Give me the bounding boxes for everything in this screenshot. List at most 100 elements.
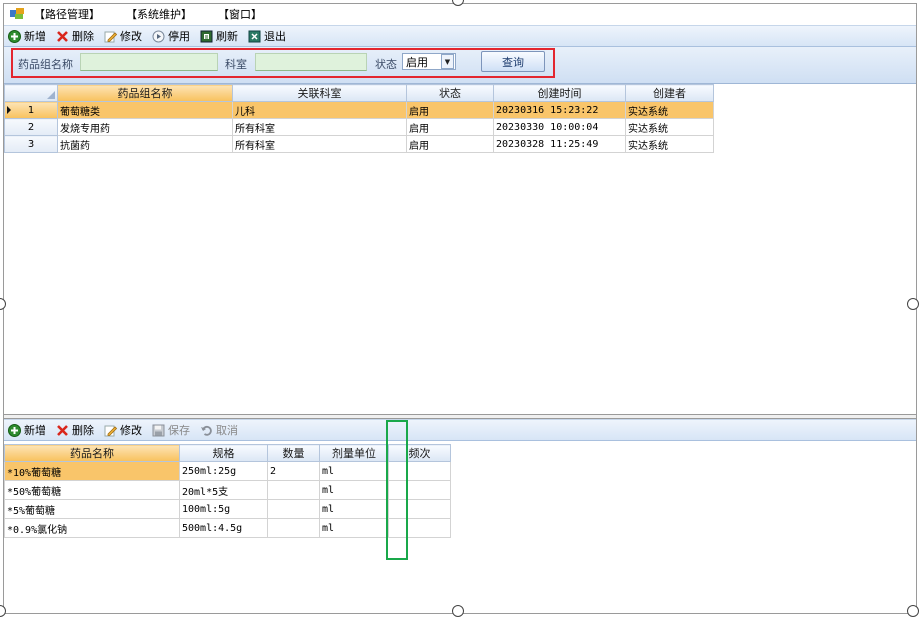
dept-input[interactable] bbox=[255, 53, 367, 71]
cell-creator[interactable]: 实达系统 bbox=[625, 135, 714, 153]
delete-button[interactable]: 删除 bbox=[56, 28, 94, 44]
cell-group-name[interactable]: 发烧专用药 bbox=[57, 118, 233, 136]
refresh-button[interactable]: 刷新 bbox=[200, 28, 238, 44]
cell-drug-name[interactable]: *5%葡萄糖 bbox=[4, 499, 180, 519]
cell-drug-name[interactable]: *0.9%氯化钠 bbox=[4, 518, 180, 538]
cell-creator[interactable]: 实达系统 bbox=[625, 101, 714, 119]
col-header-spec[interactable]: 规格 bbox=[179, 444, 268, 462]
cell-quantity[interactable] bbox=[267, 480, 320, 500]
col-header-status[interactable]: 状态 bbox=[406, 84, 494, 102]
cell-drug-name[interactable]: *10%葡萄糖 bbox=[4, 461, 180, 481]
col-header-dose-unit[interactable]: 剂量单位 bbox=[319, 444, 389, 462]
row-header[interactable]: 1 bbox=[4, 101, 58, 119]
drug-grid: 药品名称 规格 数量 剂量单位 频次 *10%葡萄糖 250ml:25g 2 m… bbox=[4, 444, 451, 538]
query-button-label: 查询 bbox=[502, 55, 524, 69]
cell-group-name[interactable]: 抗菌药 bbox=[57, 135, 233, 153]
table-row[interactable]: *10%葡萄糖 250ml:25g 2 ml bbox=[4, 461, 451, 481]
row-number: 1 bbox=[27, 104, 35, 116]
pencil-icon bbox=[104, 424, 117, 437]
edit-drug-button[interactable]: 修改 bbox=[104, 422, 142, 438]
add-icon bbox=[8, 423, 21, 437]
col-header-group-name[interactable]: 药品组名称 bbox=[57, 84, 233, 102]
table-row[interactable]: *5%葡萄糖 100ml:5g ml bbox=[4, 499, 451, 519]
drug-group-grid: 药品组名称 关联科室 状态 创建时间 创建者 1 葡萄糖类 儿科 启用 2023… bbox=[4, 84, 714, 153]
cell-creator[interactable]: 实达系统 bbox=[625, 118, 714, 136]
delete-icon bbox=[56, 424, 69, 437]
group-name-input[interactable] bbox=[80, 53, 218, 71]
cell-dept[interactable]: 所有科室 bbox=[232, 118, 407, 136]
menu-system-maintenance[interactable]: 【系统维护】 bbox=[124, 6, 194, 22]
table-row[interactable]: *0.9%氯化钠 500ml:4.5g ml bbox=[4, 518, 451, 538]
delete-icon bbox=[56, 30, 69, 43]
edit-drug-button-label: 修改 bbox=[120, 424, 142, 437]
cell-spec[interactable]: 500ml:4.5g bbox=[179, 518, 268, 538]
row-number: 3 bbox=[27, 138, 35, 150]
col-header-drug-name[interactable]: 药品名称 bbox=[4, 444, 180, 462]
table-row[interactable]: 2 发烧专用药 所有科室 启用 20230330 10:00:04 实达系统 bbox=[4, 118, 714, 136]
status-label: 状态 bbox=[375, 58, 397, 71]
cell-dose-unit[interactable]: ml bbox=[319, 518, 389, 538]
group-name-label: 药品组名称 bbox=[18, 58, 73, 71]
new-drug-button[interactable]: 新增 bbox=[8, 422, 46, 438]
cell-dose-unit[interactable]: ml bbox=[319, 480, 389, 500]
resize-handle-bottom[interactable] bbox=[452, 605, 464, 617]
edit-button[interactable]: 修改 bbox=[104, 28, 142, 44]
cell-created-time[interactable]: 20230328 11:25:49 bbox=[493, 135, 626, 153]
dept-label: 科室 bbox=[225, 58, 247, 71]
menu-window[interactable]: 【窗口】 bbox=[216, 6, 264, 22]
cell-quantity[interactable] bbox=[267, 499, 320, 519]
col-header-quantity[interactable]: 数量 bbox=[267, 444, 320, 462]
delete-button-label: 删除 bbox=[72, 30, 94, 43]
resize-handle-bottom-right[interactable] bbox=[907, 605, 919, 617]
row-number: 2 bbox=[27, 121, 35, 133]
cell-dose-unit[interactable]: ml bbox=[319, 461, 389, 481]
cell-spec[interactable]: 100ml:5g bbox=[179, 499, 268, 519]
grid-corner[interactable] bbox=[4, 84, 58, 102]
select-all-icon bbox=[47, 91, 55, 99]
exit-button-label: 退出 bbox=[264, 30, 286, 43]
save-icon bbox=[152, 424, 165, 437]
refresh-icon bbox=[200, 30, 213, 43]
query-button[interactable]: 查询 bbox=[481, 51, 545, 72]
cancel-button[interactable]: 取消 bbox=[200, 422, 238, 438]
cell-quantity[interactable] bbox=[267, 518, 320, 538]
cell-status[interactable]: 启用 bbox=[406, 118, 494, 136]
chevron-down-icon[interactable]: ▼ bbox=[441, 54, 454, 69]
delete-drug-button[interactable]: 删除 bbox=[56, 422, 94, 438]
row-header[interactable]: 2 bbox=[4, 118, 58, 136]
disable-button-label: 停用 bbox=[168, 30, 190, 43]
save-button[interactable]: 保存 bbox=[152, 422, 190, 438]
col-header-created-time[interactable]: 创建时间 bbox=[493, 84, 626, 102]
cell-spec[interactable]: 20ml*5支 bbox=[179, 480, 268, 500]
resize-handle-right[interactable] bbox=[907, 298, 919, 310]
current-row-icon bbox=[7, 106, 11, 114]
cancel-button-label: 取消 bbox=[216, 424, 238, 437]
cell-status[interactable]: 启用 bbox=[406, 101, 494, 119]
table-row[interactable]: 3 抗菌药 所有科室 启用 20230328 11:25:49 实达系统 bbox=[4, 135, 714, 153]
table-row[interactable]: *50%葡萄糖 20ml*5支 ml bbox=[4, 480, 451, 500]
cell-quantity[interactable]: 2 bbox=[267, 461, 320, 481]
grid-header-row: 药品名称 规格 数量 剂量单位 频次 bbox=[4, 444, 451, 462]
cell-group-name[interactable]: 葡萄糖类 bbox=[57, 101, 233, 119]
row-header[interactable]: 3 bbox=[4, 135, 58, 153]
cell-created-time[interactable]: 20230316 15:23:22 bbox=[493, 101, 626, 119]
col-header-creator[interactable]: 创建者 bbox=[625, 84, 714, 102]
disable-button[interactable]: 停用 bbox=[152, 28, 190, 44]
new-button[interactable]: 新增 bbox=[8, 28, 46, 44]
table-row[interactable]: 1 葡萄糖类 儿科 启用 20230316 15:23:22 实达系统 bbox=[4, 101, 714, 119]
cell-status[interactable]: 启用 bbox=[406, 135, 494, 153]
refresh-button-label: 刷新 bbox=[216, 30, 238, 43]
col-header-dept[interactable]: 关联科室 bbox=[232, 84, 407, 102]
undo-icon bbox=[200, 424, 213, 437]
exit-button[interactable]: 退出 bbox=[248, 28, 286, 44]
cell-created-time[interactable]: 20230330 10:00:04 bbox=[493, 118, 626, 136]
cell-dept[interactable]: 所有科室 bbox=[232, 135, 407, 153]
menu-path-management[interactable]: 【路径管理】 bbox=[32, 6, 102, 22]
cell-dose-unit[interactable]: ml bbox=[319, 499, 389, 519]
cell-dept[interactable]: 儿科 bbox=[232, 101, 407, 119]
filter-panel: 药品组名称 科室 状态 启用 ▼ 查询 bbox=[4, 47, 916, 84]
cell-spec[interactable]: 250ml:25g bbox=[179, 461, 268, 481]
cell-drug-name[interactable]: *50%葡萄糖 bbox=[4, 480, 180, 500]
new-button-label: 新增 bbox=[24, 30, 46, 43]
status-select[interactable]: 启用 ▼ bbox=[402, 53, 456, 70]
